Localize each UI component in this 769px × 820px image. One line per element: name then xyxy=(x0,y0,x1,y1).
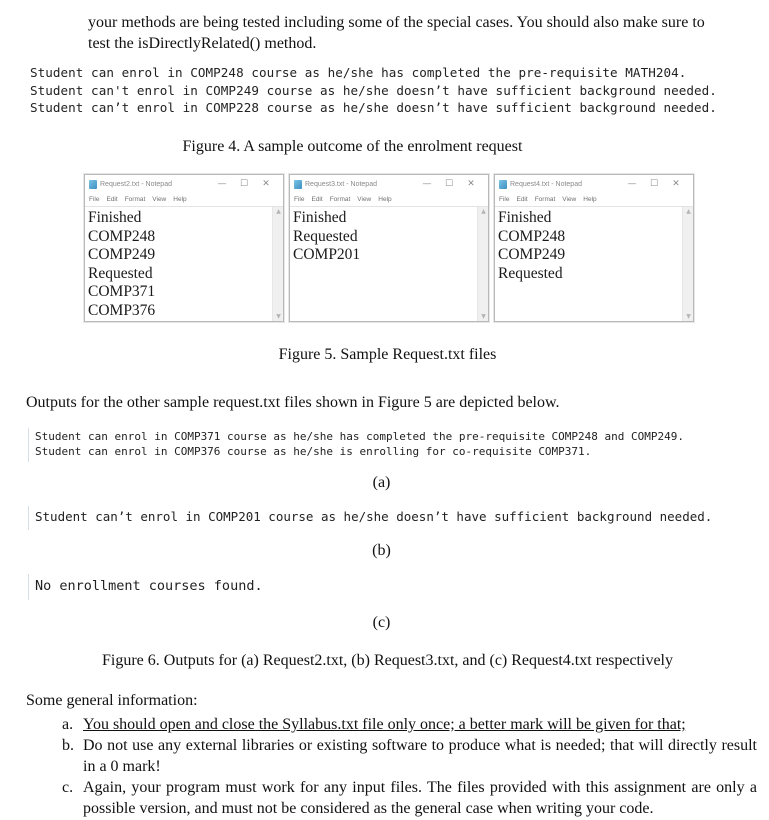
notepad-icon xyxy=(89,179,97,189)
output-block-a: Student can enrol in COMP371 course as h… xyxy=(28,428,684,462)
notepad-window-request2: Request2.txt - Notepad — ☐ ✕ File Edit F… xyxy=(84,174,284,322)
notepad-menu-bar: File Edit Format View Help xyxy=(495,193,693,205)
sublabel-b: (b) xyxy=(372,542,391,559)
intro-line: test the isDirectlyRelated() method. xyxy=(88,35,317,52)
figure4-caption: Figure 4. A sample outcome of the enrolm… xyxy=(182,138,523,155)
menu-format[interactable]: Format xyxy=(330,196,351,203)
scroll-down-icon[interactable]: ▼ xyxy=(273,313,284,320)
text-line: Finished xyxy=(498,209,552,226)
menu-help[interactable]: Help xyxy=(378,196,391,203)
notepad-title-bar: Request3.txt - Notepad — ☐ ✕ xyxy=(290,175,488,193)
text-line: COMP248 xyxy=(498,227,566,245)
outputs-intro-text: Outputs for the other sample request.txt… xyxy=(26,394,560,411)
text-line: Requested xyxy=(293,227,358,245)
text-line: COMP376 xyxy=(88,301,156,319)
menu-file[interactable]: File xyxy=(89,196,99,203)
notepad-icon xyxy=(499,179,507,189)
menu-help[interactable]: Help xyxy=(583,196,596,203)
text-line: COMP248 xyxy=(88,227,156,245)
menu-edit[interactable]: Edit xyxy=(106,196,117,203)
minimize-icon[interactable]: — xyxy=(621,177,643,191)
output-line: No enrollment courses found. xyxy=(35,578,263,594)
text-line: Finished xyxy=(293,209,347,226)
menu-format[interactable]: Format xyxy=(125,196,146,203)
list-marker: b. xyxy=(62,737,74,754)
text-line: Finished xyxy=(88,209,142,226)
menu-file[interactable]: File xyxy=(294,196,304,203)
list-marker: c. xyxy=(62,779,74,796)
menu-edit[interactable]: Edit xyxy=(516,196,527,203)
notepad-window-request3: Request3.txt - Notepad — ☐ ✕ File Edit F… xyxy=(289,174,489,322)
output-line: Student can enrol in COMP376 course as h… xyxy=(35,444,592,458)
scroll-down-icon[interactable]: ▼ xyxy=(478,313,489,320)
menu-view[interactable]: View xyxy=(357,196,371,203)
figure6-caption: Figure 6. Outputs for (a) Request2.txt, … xyxy=(102,652,673,669)
menu-format[interactable]: Format xyxy=(535,196,556,203)
general-info-heading: Some general information: xyxy=(26,692,198,709)
vertical-scrollbar[interactable]: ▲ ▼ xyxy=(477,207,488,321)
close-icon[interactable]: ✕ xyxy=(460,177,482,191)
notepad-icon xyxy=(294,179,302,189)
maximize-icon[interactable]: ☐ xyxy=(233,177,255,191)
close-icon[interactable]: ✕ xyxy=(665,177,687,191)
menu-edit[interactable]: Edit xyxy=(311,196,322,203)
text-line: COMP249 xyxy=(88,246,156,263)
list-item: a. You should open and close the Syllabu… xyxy=(62,714,757,735)
maximize-icon[interactable]: ☐ xyxy=(643,177,665,191)
scroll-up-icon[interactable]: ▲ xyxy=(478,208,489,215)
output-line: Student can enrol in COMP371 course as h… xyxy=(35,430,685,443)
scroll-up-icon[interactable]: ▲ xyxy=(683,208,694,215)
general-info-list: a. You should open and close the Syllabu… xyxy=(62,714,757,819)
list-item: c. Again, your program must work for any… xyxy=(62,777,757,819)
notepad-title-bar: Request2.txt - Notepad — ☐ ✕ xyxy=(85,175,283,193)
text-line: Requested xyxy=(88,264,153,282)
scroll-up-icon[interactable]: ▲ xyxy=(273,208,284,215)
text-line: COMP201 xyxy=(293,246,361,263)
list-item-text: You should open and close the Syllabus.t… xyxy=(83,716,686,733)
figure5-caption: Figure 5. Sample Request.txt files xyxy=(278,346,497,363)
text-line: COMP249 xyxy=(498,246,566,263)
output-line: Student can enrol in COMP248 course as h… xyxy=(30,65,687,80)
vertical-scrollbar[interactable]: ▲ ▼ xyxy=(682,207,693,321)
list-item-text: Do not use any external libraries or exi… xyxy=(83,737,757,775)
notepad-menu-bar: File Edit Format View Help xyxy=(290,193,488,205)
output-block-b: Student can’t enrol in COMP201 course as… xyxy=(28,506,712,530)
menu-view[interactable]: View xyxy=(152,196,166,203)
close-icon[interactable]: ✕ xyxy=(255,177,277,191)
output-line: Student can’t enrol in COMP201 course as… xyxy=(35,509,713,524)
notepad-title: Request4.txt - Notepad xyxy=(510,180,582,188)
menu-file[interactable]: File xyxy=(499,196,509,203)
output-line: Student can’t enrol in COMP228 course as… xyxy=(30,100,717,115)
notepad-title: Request3.txt - Notepad xyxy=(305,180,377,188)
intro-paragraph: your methods are being tested including … xyxy=(88,12,753,54)
figure4-console-output: Student can enrol in COMP248 course as h… xyxy=(30,64,717,117)
intro-line: your methods are being tested including … xyxy=(88,14,705,31)
sublabel-c: (c) xyxy=(372,614,391,631)
notepad-title-bar: Request4.txt - Notepad — ☐ ✕ xyxy=(495,175,693,193)
vertical-scrollbar[interactable]: ▲ ▼ xyxy=(272,207,283,321)
notepad-window-request4: Request4.txt - Notepad — ☐ ✕ File Edit F… xyxy=(494,174,694,322)
notepad-text-area[interactable]: Finished COMP248 COMP249 Requested COMP3… xyxy=(85,206,283,321)
menu-view[interactable]: View xyxy=(562,196,576,203)
notepad-title: Request2.txt - Notepad xyxy=(100,180,172,188)
notepad-text-area[interactable]: Finished COMP248 COMP249 Requested ▲ ▼ xyxy=(495,206,693,321)
scroll-down-icon[interactable]: ▼ xyxy=(683,313,694,320)
text-line: COMP371 xyxy=(88,283,156,300)
notepad-menu-bar: File Edit Format View Help xyxy=(85,193,283,205)
sublabel-a: (a) xyxy=(372,474,391,491)
maximize-icon[interactable]: ☐ xyxy=(438,177,460,191)
output-block-c: No enrollment courses found. xyxy=(28,574,263,600)
text-line: Requested xyxy=(498,264,563,282)
list-item: b. Do not use any external libraries or … xyxy=(62,735,757,777)
minimize-icon[interactable]: — xyxy=(416,177,438,191)
output-line: Student can't enrol in COMP249 course as… xyxy=(30,82,717,98)
notepad-text-area[interactable]: Finished Requested COMP201 ▲ ▼ xyxy=(290,206,488,321)
list-item-text: Again, your program must work for any in… xyxy=(83,779,757,817)
list-marker: a. xyxy=(62,716,74,733)
minimize-icon[interactable]: — xyxy=(211,177,233,191)
menu-help[interactable]: Help xyxy=(173,196,186,203)
